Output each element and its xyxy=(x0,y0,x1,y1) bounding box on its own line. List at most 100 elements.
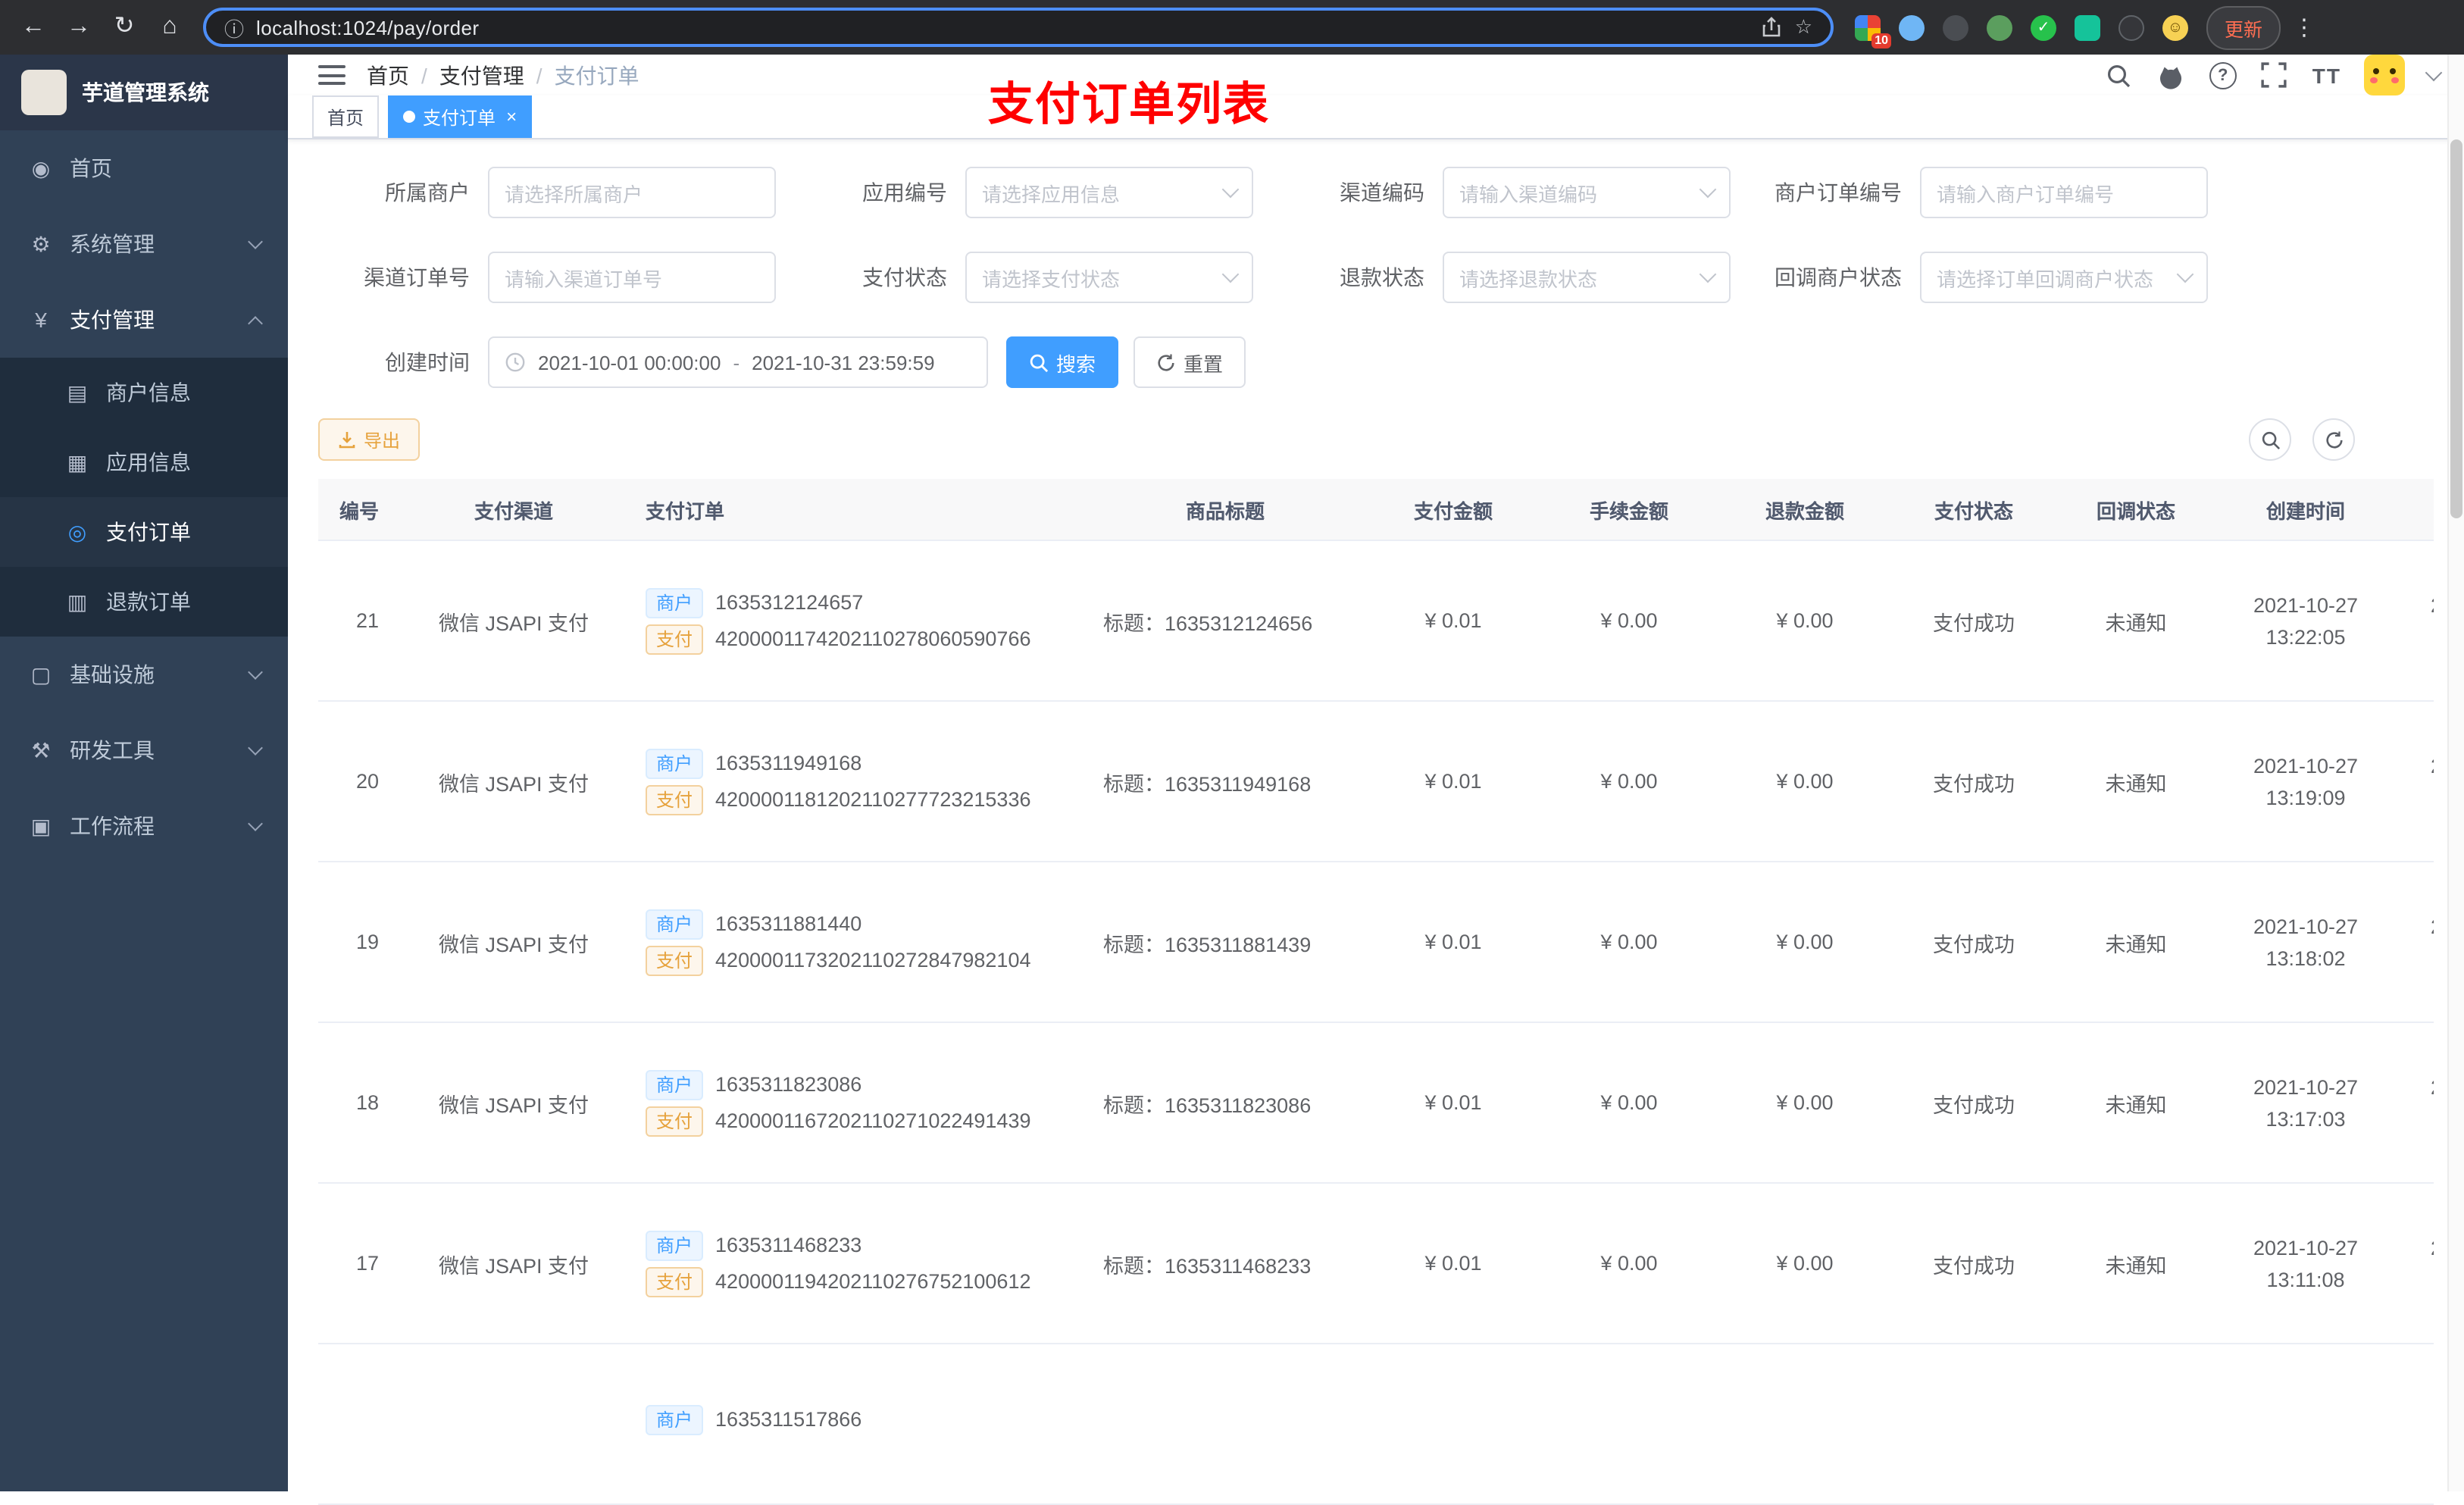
merchant-select[interactable]: 请选择所属商户 xyxy=(488,167,776,218)
font-size-icon[interactable]: TT xyxy=(2312,63,2341,87)
sidebar-item-app-info[interactable]: ▦ 应用信息 xyxy=(0,427,288,497)
sidebar-item-pay-order[interactable]: ◎ 支付订单 xyxy=(0,497,288,567)
tab-home[interactable]: 首页 xyxy=(312,95,380,138)
channel-transaction-no: 4200001174202110278060590766 xyxy=(715,627,1031,650)
chevron-down-icon xyxy=(1221,180,1240,199)
extension-icon-8[interactable]: ☺ xyxy=(2162,14,2188,40)
chevron-down-icon xyxy=(1699,265,1717,283)
extension-icon-4[interactable] xyxy=(1987,14,2012,40)
pay-status-select[interactable]: 请选择支付状态 xyxy=(965,252,1253,303)
breadcrumb-current: 支付订单 xyxy=(554,63,639,87)
merchant-no-badge: 商户 xyxy=(646,1404,704,1435)
breadcrumb-separator: / xyxy=(421,63,427,87)
gear-icon: ⚙ xyxy=(31,231,51,255)
breadcrumb-home[interactable]: 首页 xyxy=(367,60,409,90)
bookmark-star-icon[interactable]: ☆ xyxy=(1795,15,1812,39)
extension-icon-1[interactable]: 10 xyxy=(1855,14,1891,48)
avatar[interactable] xyxy=(2364,55,2405,95)
app-grid-icon: ▦ xyxy=(67,449,88,474)
sidebar-item-infra[interactable]: ▢ 基础设施 xyxy=(0,637,288,712)
sidebar-item-system[interactable]: ⚙ 系统管理 xyxy=(0,206,288,282)
pay-time xyxy=(2394,1344,2434,1505)
notify-status: 未通知 xyxy=(2055,1183,2217,1344)
sidebar-item-label: 研发工具 xyxy=(70,738,155,762)
pay-no-badge: 支付 xyxy=(646,624,704,654)
pay-status: 支付成功 xyxy=(1893,1022,2055,1184)
reset-button[interactable]: 重置 xyxy=(1134,336,1246,388)
site-info-icon[interactable]: ⓘ xyxy=(224,13,244,42)
github-icon[interactable] xyxy=(2156,60,2187,90)
date-start[interactable]: 2021-10-01 00:00:00 xyxy=(538,351,721,374)
tab-pay-order[interactable]: 支付订单 × xyxy=(388,95,533,138)
chevron-down-icon xyxy=(248,816,263,831)
address-bar[interactable]: ⓘ localhost:1024/pay/order ☆ xyxy=(203,8,1834,47)
col-fee: 手续金额 xyxy=(1541,479,1717,541)
browser-chrome: ← → ↻ ⌂ ⓘ localhost:1024/pay/order ☆ 10 … xyxy=(0,0,2464,55)
pay-time: 2021-10-27 13:17:08 xyxy=(2394,1022,2434,1184)
table-row: 17 微信 JSAPI 支付 商户 1635311468233 支付 42000… xyxy=(318,1183,2434,1344)
product-title: 标题：1635311881439 xyxy=(1085,862,1365,1023)
col-amount: 支付金额 xyxy=(1365,479,1541,541)
page-scrollbar[interactable] xyxy=(2447,55,2464,1491)
hamburger-icon[interactable] xyxy=(318,65,346,85)
fullscreen-icon[interactable] xyxy=(2259,60,2290,90)
pay-no-badge: 支付 xyxy=(646,1266,704,1297)
app-select[interactable]: 请选择应用信息 xyxy=(965,167,1253,218)
merchant-order-no-input[interactable]: 请输入商户订单编号 xyxy=(1920,167,2208,218)
tags-view: 首页 支付订单 × xyxy=(288,95,2464,139)
merchant-order-no: 1635311823086 xyxy=(715,1073,862,1096)
order-target-icon: ◎ xyxy=(67,519,87,543)
table-toolbar: 导出 xyxy=(318,418,2434,461)
browser-update-button[interactable]: 更新 xyxy=(2206,5,2281,49)
pay-amount: ¥ 0.01 xyxy=(1365,1022,1541,1184)
col-title: 商品标题 xyxy=(1085,479,1365,541)
extension-icon-5[interactable]: ✓ xyxy=(2031,14,2056,40)
product-title xyxy=(1085,1344,1365,1505)
refund-status-select[interactable]: 请选择退款状态 xyxy=(1443,252,1731,303)
sidebar-item-refund-order[interactable]: ▥ 退款订单 xyxy=(0,567,288,637)
export-button[interactable]: 导出 xyxy=(318,418,421,461)
notify-status-select[interactable]: 请选择订单回调商户状态 xyxy=(1920,252,2208,303)
refund-amount: ¥ 0.00 xyxy=(1717,540,1893,702)
browser-home-button[interactable]: ⌂ xyxy=(149,6,191,48)
sidebar-item-devtools[interactable]: ⚒ 研发工具 xyxy=(0,712,288,788)
sidebar-item-home[interactable]: ◉ 首页 xyxy=(0,130,288,206)
browser-menu-icon[interactable]: ⋮ xyxy=(2284,14,2325,41)
sidebar-item-payment[interactable]: ¥ 支付管理 xyxy=(0,282,288,358)
filter-form: 所属商户 请选择所属商户 应用编号 请选择应用信息 渠道编码 请输入渠道编码 商… xyxy=(318,167,2434,303)
sidebar-item-workflow[interactable]: ▣ 工作流程 xyxy=(0,788,288,864)
breadcrumb-separator: / xyxy=(536,63,543,87)
browser-forward-button[interactable]: → xyxy=(58,6,100,48)
toggle-search-icon[interactable] xyxy=(2249,418,2291,461)
merchant-card-icon: ▤ xyxy=(67,380,88,404)
breadcrumb-payment[interactable]: 支付管理 xyxy=(439,60,524,90)
date-range-input[interactable]: 2021-10-01 00:00:00 - 2021-10-31 23:59:5… xyxy=(488,336,988,388)
search-icon[interactable] xyxy=(2103,60,2134,90)
extension-icon-2[interactable] xyxy=(1899,14,1925,40)
channel-code-select[interactable]: 请输入渠道编码 xyxy=(1443,167,1731,218)
url-text[interactable]: localhost:1024/pay/order xyxy=(256,16,1750,39)
channel-order-no-input[interactable]: 请输入渠道订单号 xyxy=(488,252,776,303)
breadcrumb: 首页 / 支付管理 / 支付订单 xyxy=(367,60,639,90)
navbar-actions: ? TT xyxy=(2103,55,2443,95)
sidebar-item-merchant-info[interactable]: ▤ 商户信息 xyxy=(0,358,288,427)
extension-icon-7[interactable] xyxy=(2118,14,2144,40)
pay-amount xyxy=(1365,1344,1541,1505)
date-end[interactable]: 2021-10-31 23:59:59 xyxy=(752,351,934,374)
help-icon[interactable]: ? xyxy=(2209,61,2237,89)
create-time xyxy=(2217,1344,2394,1505)
pay-channel: 微信 JSAPI 支付 xyxy=(400,701,627,862)
pay-status: 支付成功 xyxy=(1893,862,2055,1023)
field-label: 渠道编码 xyxy=(1340,180,1424,205)
close-tab-icon[interactable]: × xyxy=(506,106,517,127)
refresh-table-icon[interactable] xyxy=(2312,418,2355,461)
extension-icon-3[interactable] xyxy=(1943,14,1968,40)
extension-icon-6[interactable] xyxy=(2075,14,2100,40)
share-icon[interactable] xyxy=(1762,17,1783,38)
browser-reload-button[interactable]: ↻ xyxy=(103,6,145,48)
browser-back-button[interactable]: ← xyxy=(12,6,55,48)
avatar-dropdown-icon[interactable] xyxy=(2425,64,2443,82)
search-button[interactable]: 搜索 xyxy=(1006,336,1119,388)
sidebar-item-label: 工作流程 xyxy=(70,814,155,838)
scrollbar-thumb[interactable] xyxy=(2450,139,2462,518)
